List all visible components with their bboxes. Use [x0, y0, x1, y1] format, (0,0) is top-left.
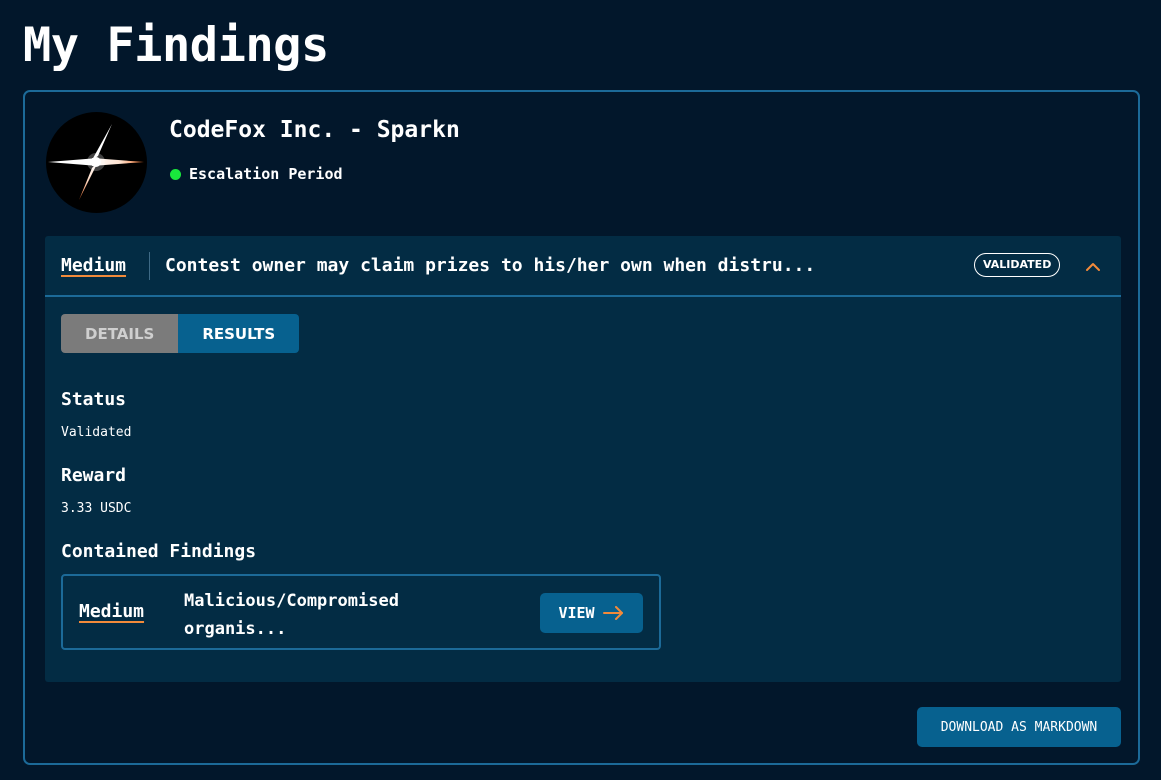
view-button-label: VIEW [558, 604, 595, 622]
four-point-star-icon [48, 124, 144, 200]
contest-card: CodeFox Inc. - Sparkn Escalation Period … [23, 90, 1140, 765]
reward-label: Reward [61, 465, 127, 486]
validated-badge: VALIDATED [974, 253, 1061, 277]
collapse-toggle-button[interactable] [1079, 252, 1107, 280]
contest-status-label: Escalation Period [189, 165, 343, 183]
contained-severity-link[interactable]: Medium [79, 600, 144, 624]
contained-finding-card: Medium Malicious/Compromised organis... … [61, 574, 661, 650]
header-divider [149, 252, 150, 280]
findings-page: My Findings CodeFox Inc. - Sparkn Escala… [0, 0, 1161, 780]
contest-status: Escalation Period [170, 163, 343, 185]
tab-details[interactable]: DETAILS [61, 314, 179, 353]
finding-title: Contest owner may claim prizes to his/he… [165, 255, 816, 276]
view-button[interactable]: VIEW [540, 593, 643, 633]
contained-finding-title: Malicious/Compromised organis... [184, 591, 399, 639]
contest-name: CodeFox Inc. - Sparkn [169, 117, 460, 143]
reward-value: 3.33 USDC [61, 501, 132, 516]
status-label: Status [61, 389, 127, 410]
tab-results[interactable]: RESULTS [178, 314, 300, 353]
status-dot-icon [170, 168, 181, 180]
arrow-right-icon [602, 606, 625, 620]
page-title: My Findings [23, 18, 329, 73]
finding-panel: Medium Contest owner may claim prizes to… [45, 236, 1121, 682]
contest-logo [46, 112, 147, 213]
finding-tabs: DETAILS RESULTS [61, 314, 300, 353]
download-markdown-button[interactable]: DOWNLOAD AS MARKDOWN [917, 707, 1121, 747]
status-value: Validated [61, 425, 132, 440]
finding-severity-link[interactable]: Medium [61, 254, 126, 278]
finding-header[interactable]: Medium Contest owner may claim prizes to… [45, 236, 1121, 297]
contained-findings-label: Contained Findings [61, 541, 257, 562]
chevron-up-icon [1086, 263, 1100, 271]
